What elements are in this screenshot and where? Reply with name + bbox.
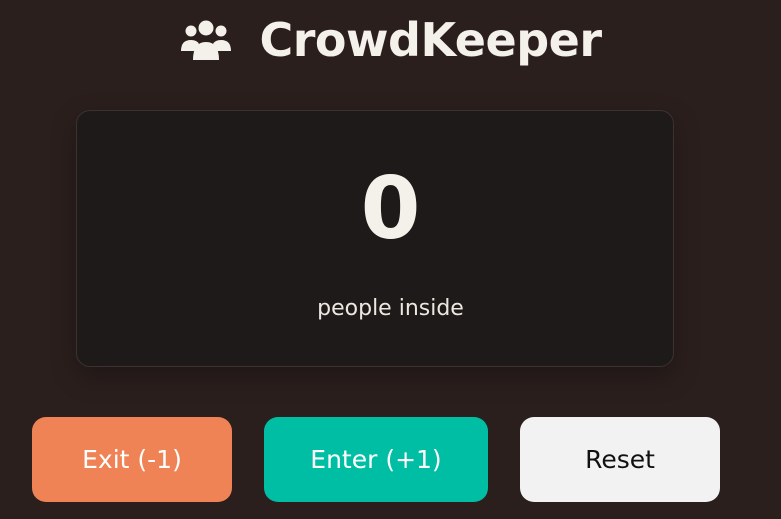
- exit-button[interactable]: Exit (-1): [32, 417, 232, 502]
- people-count: 0: [360, 159, 421, 259]
- enter-button[interactable]: Enter (+1): [264, 417, 488, 502]
- reset-button[interactable]: Reset: [520, 417, 720, 502]
- app-title: CrowdKeeper: [259, 13, 602, 67]
- users-icon: [181, 20, 232, 60]
- count-caption: people inside: [317, 296, 464, 321]
- app-header: CrowdKeeper: [0, 8, 781, 72]
